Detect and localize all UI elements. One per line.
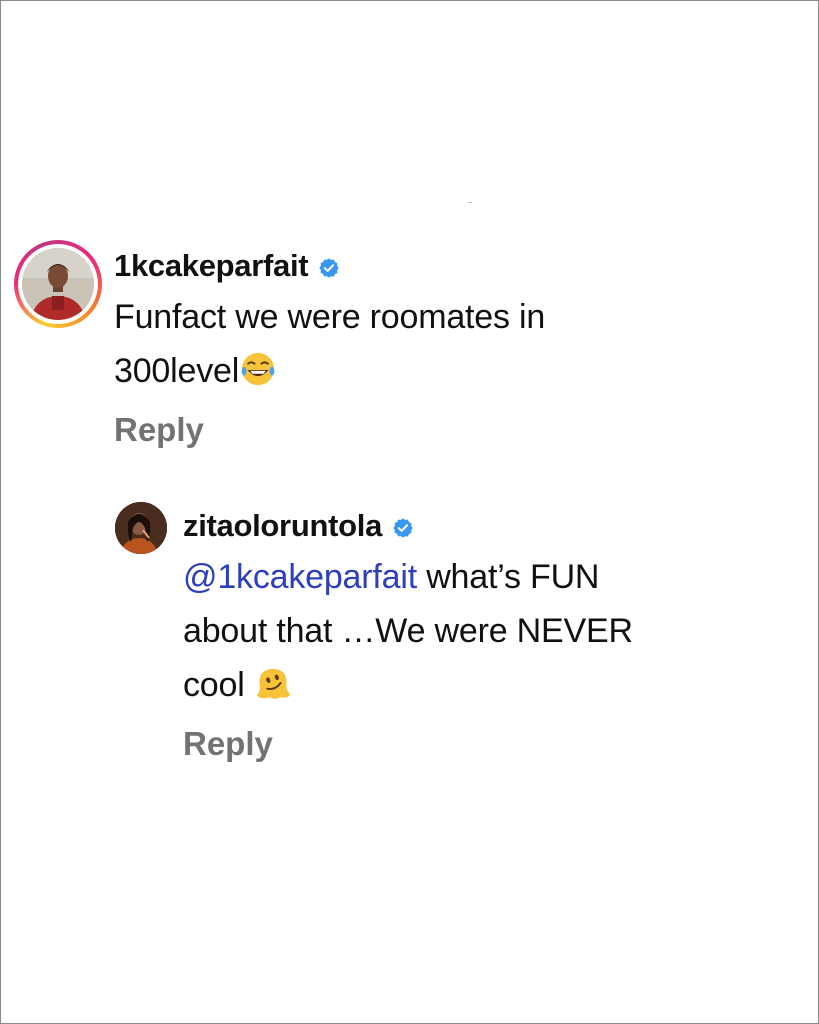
comment-text-line: Funfact we were roomates in <box>114 298 546 336</box>
comment-text-line: what’s FUN <box>416 558 600 596</box>
username-text[interactable]: 1kcakeparfait <box>114 246 309 286</box>
melting-face-icon <box>256 668 290 699</box>
reply-button[interactable]: Reply <box>183 722 743 766</box>
username-text[interactable]: zitaoloruntola <box>183 506 382 546</box>
comment-text-line: 300level <box>114 352 240 390</box>
username[interactable]: 1kcakeparfait <box>114 246 674 286</box>
reply-button[interactable]: Reply <box>114 408 674 452</box>
username[interactable]: zitaoloruntola <box>183 506 743 546</box>
avatar <box>22 248 94 320</box>
comment-text: @1kcakeparfait what’s FUN about that …We… <box>183 550 743 712</box>
avatar[interactable] <box>115 502 167 554</box>
divider-mark <box>468 202 472 203</box>
comment-text: Funfact we were roomates in 300level <box>114 290 674 398</box>
verified-badge-icon <box>393 517 413 538</box>
mention-link[interactable]: @1kcakeparfait <box>183 558 417 596</box>
comment-text-line: cool <box>183 666 254 704</box>
story-ring-avatar[interactable] <box>14 240 102 328</box>
verified-badge-icon <box>319 257 340 278</box>
comment-text-line: about that …We were NEVER <box>183 612 633 650</box>
face-with-tears-of-joy-icon <box>241 352 275 386</box>
